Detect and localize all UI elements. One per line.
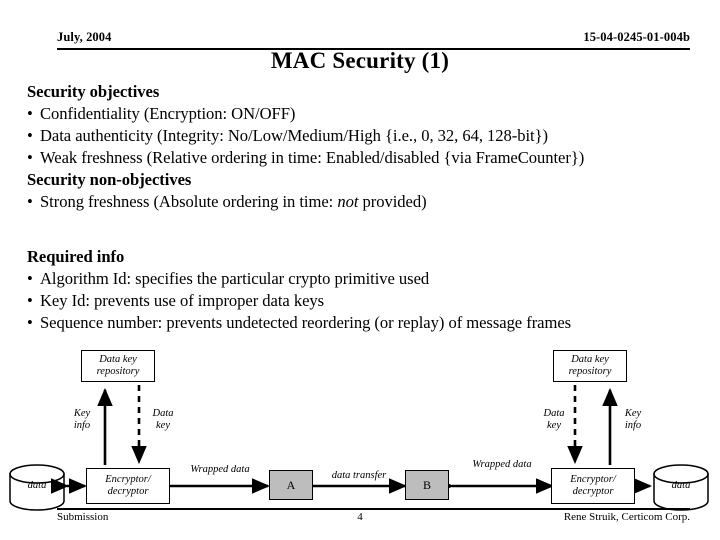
- left-engine-line1: Encryptor/: [105, 474, 151, 485]
- left-key-info-line1: Key: [73, 408, 91, 419]
- right-data-key-repository: Data key repository: [553, 350, 627, 382]
- right-key-info-label: Key info: [613, 408, 653, 432]
- bullet-data-authenticity: • Data authenticity (Integrity: No/Low/Me…: [27, 125, 710, 147]
- endpoint-a: A: [269, 470, 313, 500]
- left-encryptor-decryptor: Encryptor/ decryptor: [86, 468, 170, 504]
- left-repo-line2: repository: [96, 366, 140, 377]
- left-key-info-label: Key info: [62, 408, 102, 432]
- bullet-text: Key Id: prevents use of improper data ke…: [40, 291, 325, 311]
- bullet-confidentiality: • Confidentiality (Encryption: ON/OFF): [27, 103, 710, 125]
- left-data-key-line2: key: [156, 420, 170, 431]
- right-repo-line1: Data key: [571, 354, 609, 365]
- left-data-key-line1: Data: [152, 408, 174, 419]
- required-info-block: Required info • Algorithm Id: specifies t…: [27, 246, 710, 334]
- data-transfer-label: data transfer: [331, 470, 387, 481]
- footer-divider-rule: [57, 508, 690, 510]
- slide-canvas: July, 2004 15-04-0245-01-004b MAC Securi…: [0, 0, 720, 540]
- right-repo-line2: repository: [568, 366, 612, 377]
- bullet-text: Weak freshness (Relative ordering in tim…: [40, 148, 585, 168]
- bullet-marker: •: [27, 269, 33, 289]
- bullet-weak-freshness: • Weak freshness (Relative ordering in ti…: [27, 147, 710, 169]
- page-title: MAC Security (1): [270, 48, 450, 73]
- left-repo-line1: Data key: [99, 354, 137, 365]
- bullet-text-pre: Strong freshness (Absolute ordering in t…: [40, 192, 338, 212]
- bullet-marker: •: [27, 148, 33, 168]
- bullet-marker: •: [27, 126, 33, 146]
- right-key-info-line1: Key: [624, 408, 642, 419]
- bullet-text: Sequence number: prevents undetected reo…: [40, 313, 572, 333]
- bullet-text: Confidentiality (Encryption: ON/OFF): [40, 104, 296, 124]
- right-data-store-label: data: [671, 480, 691, 491]
- bullet-text-post: provided): [358, 192, 427, 212]
- bullet-marker: •: [27, 192, 33, 212]
- left-data-key-label: Data key: [143, 408, 183, 432]
- heading-required-info: Required info: [27, 247, 125, 266]
- bullet-marker: •: [27, 313, 33, 333]
- heading-security-objectives: Security objectives: [27, 82, 160, 101]
- bullet-strong-freshness: • Strong freshness (Absolute ordering in …: [27, 191, 710, 213]
- right-data-key-line1: Data: [543, 408, 565, 419]
- right-engine-line2: decryptor: [572, 486, 614, 497]
- left-data-key-repository: Data key repository: [81, 350, 155, 382]
- bullet-marker: •: [27, 104, 33, 124]
- right-encryptor-decryptor: Encryptor/ decryptor: [551, 468, 635, 504]
- bullet-algorithm-id: • Algorithm Id: specifies the particular …: [27, 268, 710, 290]
- left-engine-line2: decryptor: [107, 486, 149, 497]
- security-objectives-block: Security objectives • Confidentiality (En…: [27, 81, 710, 214]
- bullet-marker: •: [27, 291, 33, 311]
- header-document-number: 15-04-0245-01-004b: [583, 30, 690, 44]
- footer-author: Rene Struik, Certicom Corp.: [563, 511, 690, 523]
- endpoint-b: B: [405, 470, 449, 500]
- heading-security-non-objectives: Security non-objectives: [27, 170, 192, 190]
- header-date: July, 2004: [57, 30, 112, 44]
- left-key-info-line2: info: [73, 420, 91, 431]
- right-key-info-line2: info: [624, 420, 642, 431]
- right-engine-line1: Encryptor/: [570, 474, 616, 485]
- bullet-text: Algorithm Id: specifies the particular c…: [40, 269, 430, 289]
- left-wrapped-data-label: Wrapped data: [190, 464, 250, 475]
- bullet-key-id: • Key Id: prevents use of improper data k…: [27, 290, 710, 312]
- right-data-key-line2: key: [547, 420, 561, 431]
- bullet-text: Data authenticity (Integrity: No/Low/Med…: [40, 126, 549, 146]
- right-data-key-label: Data key: [534, 408, 574, 432]
- right-wrapped-data-label: Wrapped data: [472, 459, 532, 470]
- bullet-text-emphasis: not: [337, 192, 359, 212]
- left-data-store-label: data: [27, 480, 47, 491]
- bullet-sequence-number: • Sequence number: prevents undetected re…: [27, 312, 710, 334]
